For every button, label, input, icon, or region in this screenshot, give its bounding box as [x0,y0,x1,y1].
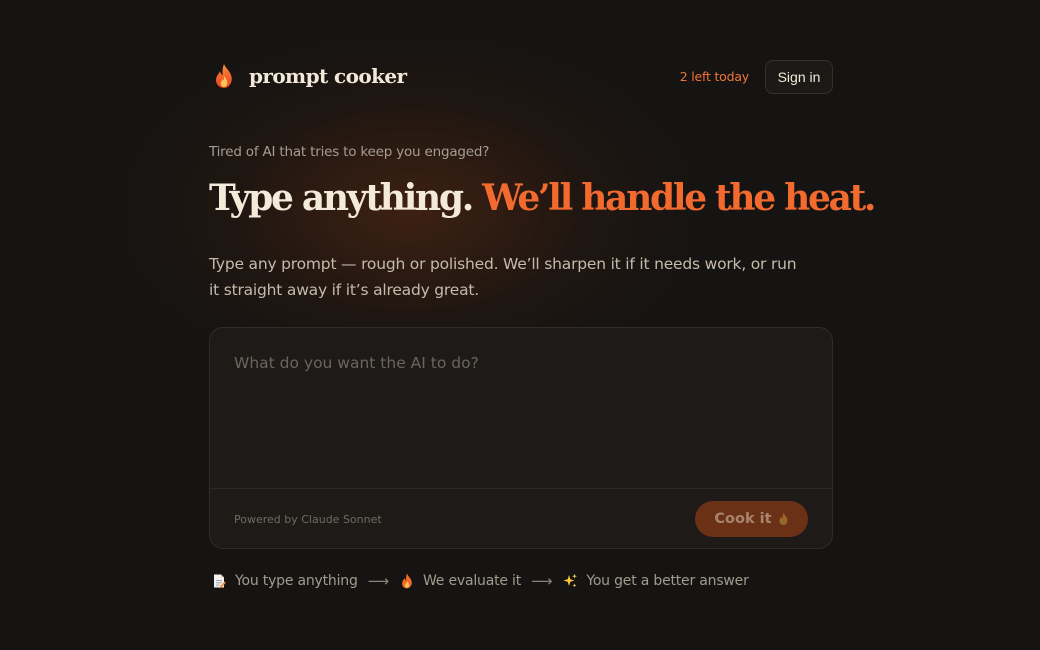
sparkles-icon [563,573,578,588]
flame-icon [216,64,232,88]
step-label: You get a better answer [586,573,749,589]
arrow-icon: ⟶ [531,572,553,590]
top-bar: prompt cooker 2 left today Sign in [209,60,833,94]
arrow-icon: ⟶ [367,572,390,590]
prompt-composer: Powered by Claude Sonnet Cook it [209,327,833,549]
step-label: We evaluate it [422,573,522,589]
composer-footer: Powered by Claude Sonnet Cook it [210,488,832,548]
cook-it-button[interactable]: Cook it [695,501,808,537]
title-part-1: Type anything. [209,177,474,219]
cook-it-label: Cook it [714,511,772,527]
hero-subtitle: Type any prompt — rough or polished. We’… [209,255,797,299]
brand-name: prompt cooker [249,64,407,88]
usage-counter: 2 left today [679,69,749,84]
landing-page: prompt cooker 2 left today Sign in Tired… [209,0,876,650]
memo-icon [214,574,226,589]
step-label: You type anything [235,573,358,589]
powered-by-label: Powered by Claude Sonnet [234,513,382,526]
title-part-2: We’ll handle the heat. [482,177,876,219]
prompt-input[interactable] [210,328,832,488]
how-it-works: You type anything ⟶ We evaluate it ⟶ You… [211,572,749,590]
page-title: Type anything. We’ll handle the heat. [209,176,876,220]
brand-logo[interactable]: prompt cooker [213,63,407,89]
step-answer: You get a better answer [562,573,749,589]
flame-icon [402,573,412,589]
flame-icon [779,513,787,525]
step-type: You type anything [211,573,358,589]
eyebrow-text: Tired of AI that tries to keep you engag… [209,144,490,160]
sign-in-button[interactable]: Sign in [765,60,833,94]
step-evaluate: We evaluate it [399,573,521,589]
